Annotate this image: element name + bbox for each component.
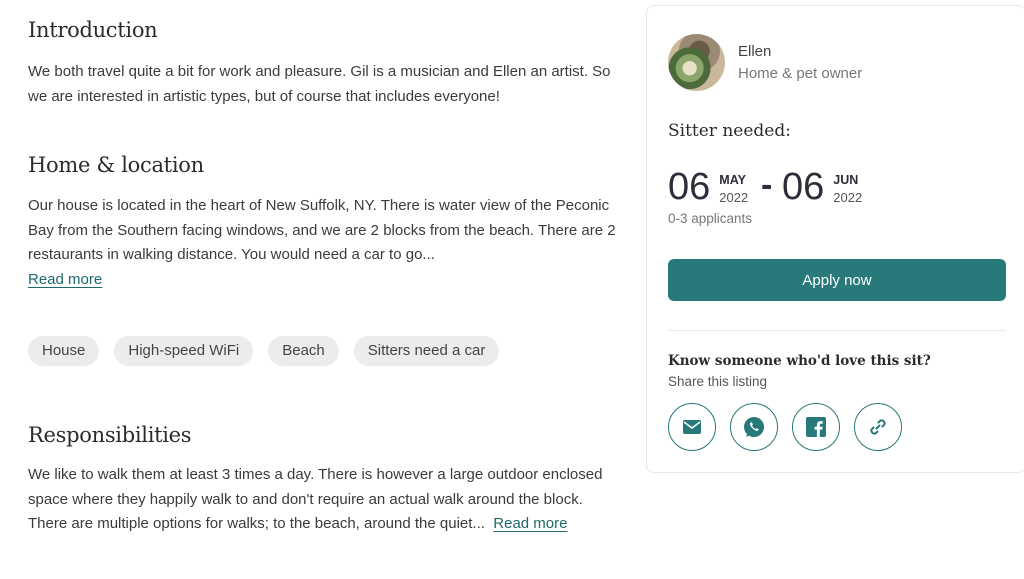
owner-name: Ellen	[738, 43, 772, 60]
link-icon	[870, 419, 886, 435]
end-month: JUN	[833, 172, 859, 187]
sit-summary-card: Ellen Home & pet owner Sitter needed: 06…	[646, 5, 1024, 473]
sitter-needed-title: Sitter needed:	[668, 121, 791, 141]
applicants-count: 0-3 applicants	[668, 211, 753, 226]
share-email-button[interactable]	[668, 403, 716, 451]
share-whatsapp-button[interactable]	[730, 403, 778, 451]
home-title: Home & location	[28, 153, 204, 177]
tag-wifi: High-speed WiFi	[114, 336, 254, 366]
facebook-icon	[806, 417, 826, 437]
email-icon	[683, 420, 701, 434]
apply-now-button[interactable]: Apply now	[668, 259, 1006, 301]
share-facebook-button[interactable]	[792, 403, 840, 451]
share-listing-label: Share this listing	[668, 374, 768, 389]
tag-beach: Beach	[268, 336, 339, 366]
start-year: 2022	[719, 189, 749, 205]
home-text-body: Our house is located in the heart of New…	[28, 197, 616, 263]
home-read-more-link[interactable]: Read more	[28, 271, 102, 288]
intro-title: Introduction	[28, 18, 158, 42]
home-text: Our house is located in the heart of New…	[28, 194, 618, 292]
date-separator: -	[761, 166, 773, 204]
end-date: 06 JUN 2022	[782, 166, 862, 209]
responsibilities-read-more-link[interactable]: Read more	[493, 515, 567, 532]
responsibilities-text: We like to walk them at least 3 times a …	[28, 463, 618, 537]
tag-house: House	[28, 336, 100, 366]
start-date: 06 MAY 2022	[668, 166, 748, 209]
card-divider	[668, 330, 1006, 331]
end-year: 2022	[833, 189, 863, 205]
amenity-tags: House High-speed WiFi Beach Sitters need…	[28, 336, 500, 366]
whatsapp-icon	[744, 417, 764, 437]
responsibilities-title: Responsibilities	[28, 423, 192, 447]
owner-avatar[interactable]	[668, 34, 725, 91]
tag-car: Sitters need a car	[353, 336, 500, 366]
share-buttons	[668, 403, 902, 451]
share-prompt-title: Know someone who'd love this sit?	[668, 353, 931, 369]
start-month: MAY	[719, 172, 746, 187]
start-day: 06	[668, 166, 711, 208]
intro-text: We both travel quite a bit for work and …	[28, 63, 611, 105]
share-link-button[interactable]	[854, 403, 902, 451]
owner-role: Home & pet owner	[738, 65, 863, 82]
end-day: 06	[782, 166, 825, 208]
